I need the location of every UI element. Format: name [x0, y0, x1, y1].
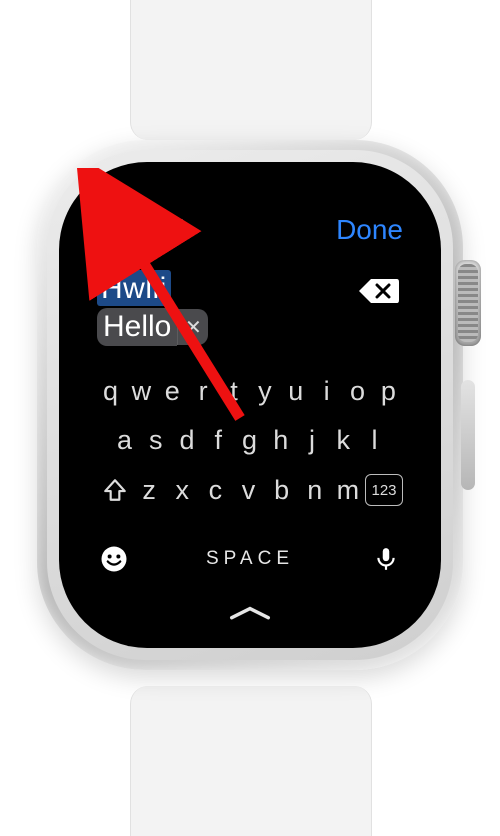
key-q[interactable]: q: [97, 376, 125, 407]
top-bar: Cancel Done: [97, 214, 403, 246]
keyboard-row-1: qwertyuiop: [97, 376, 403, 407]
key-j[interactable]: j: [299, 425, 327, 456]
text-input-area[interactable]: Hwlli Hello ✕: [97, 270, 403, 346]
key-l[interactable]: l: [361, 425, 389, 456]
key-i[interactable]: i: [313, 376, 341, 407]
key-k[interactable]: k: [330, 425, 358, 456]
digital-crown[interactable]: [455, 260, 481, 346]
key-o[interactable]: o: [344, 376, 372, 407]
key-n[interactable]: n: [301, 475, 329, 506]
side-button[interactable]: [461, 380, 475, 490]
key-f[interactable]: f: [205, 425, 233, 456]
cancel-button[interactable]: Cancel: [97, 214, 184, 246]
microphone-icon[interactable]: [369, 542, 403, 576]
key-w[interactable]: w: [128, 376, 156, 407]
keyboard-row-2: asdfghjkl: [97, 425, 403, 456]
done-button[interactable]: Done: [336, 214, 403, 246]
key-a[interactable]: a: [111, 425, 139, 456]
key-u[interactable]: u: [282, 376, 310, 407]
watch-bezel: Cancel Done Hwlli Hello ✕: [59, 162, 441, 648]
key-z[interactable]: z: [136, 475, 164, 506]
key-g[interactable]: g: [236, 425, 264, 456]
key-b[interactable]: b: [268, 475, 296, 506]
key-v[interactable]: v: [235, 475, 263, 506]
key-e[interactable]: e: [159, 376, 187, 407]
suggestion-button[interactable]: Hello: [97, 308, 177, 346]
dismiss-suggestion-button[interactable]: ✕: [177, 309, 208, 345]
key-r[interactable]: r: [190, 376, 218, 407]
watch-band-bottom: [130, 686, 372, 836]
key-h[interactable]: h: [267, 425, 295, 456]
key-x[interactable]: x: [169, 475, 197, 506]
key-y[interactable]: y: [251, 376, 279, 407]
space-key[interactable]: SPACE: [131, 548, 369, 570]
key-c[interactable]: c: [202, 475, 230, 506]
shift-icon[interactable]: [97, 475, 133, 505]
key-t[interactable]: t: [221, 376, 249, 407]
chevron-up-icon[interactable]: [97, 600, 403, 626]
keyboard-bottom-row: SPACE: [97, 542, 403, 576]
key-p[interactable]: p: [375, 376, 403, 407]
backspace-icon[interactable]: [357, 276, 399, 306]
watch-case: Cancel Done Hwlli Hello ✕: [37, 140, 463, 670]
keyboard-row-3: zxcvbnm 123: [97, 474, 403, 506]
numbers-key[interactable]: 123: [365, 474, 403, 506]
key-m[interactable]: m: [334, 475, 362, 506]
emoji-icon[interactable]: [97, 542, 131, 576]
key-d[interactable]: d: [174, 425, 202, 456]
watch-screen: Cancel Done Hwlli Hello ✕: [69, 172, 431, 638]
key-s[interactable]: s: [142, 425, 170, 456]
typed-text: Hwlli: [97, 270, 171, 306]
keyboard: qwertyuiop asdfghjkl zxcvbnm 123: [97, 376, 403, 626]
suggestion-row: Hello ✕: [97, 308, 403, 346]
watch-band-top: [130, 0, 372, 140]
